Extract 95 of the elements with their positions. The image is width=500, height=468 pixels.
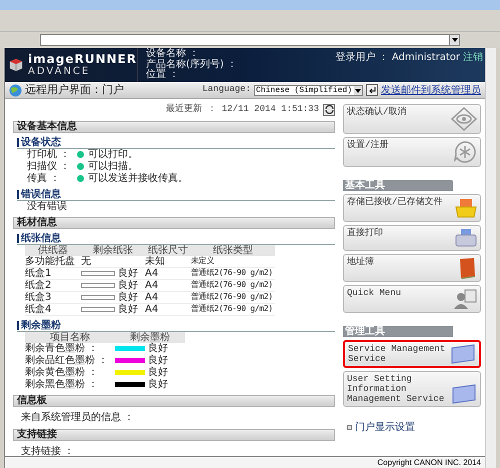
subsection-title: 剩余墨粉 (21, 320, 61, 330)
language-select[interactable]: Chinese (Simplified) (254, 84, 363, 96)
table-cell-text: A4 (145, 290, 160, 304)
table-cell-text: A4 (145, 302, 160, 316)
table-cell-text: 良好 (118, 290, 138, 304)
table-cell-text: 良好 (118, 302, 138, 316)
table-cell-text: 纸盒2 (25, 278, 52, 292)
device-field-label: 设备名称 ： (146, 49, 200, 59)
address-field[interactable] (40, 34, 460, 46)
table-cell-text: 未知 (145, 254, 165, 268)
cube-logo-icon (9, 57, 24, 73)
table-cell-text: 无 (81, 254, 91, 268)
column-header: 项目名称 (49, 332, 91, 342)
mail-admin-link[interactable]: 发送邮件到系统管理员 (381, 82, 481, 98)
device-field-label: 产品名称(序列号) ： (146, 60, 237, 70)
subsection-title: 错误信息 (21, 188, 61, 200)
tool-button[interactable]: User Setting Information Management Service (343, 371, 481, 407)
section-header: 支持链接 (13, 428, 335, 440)
language-label: Language: (202, 83, 251, 96)
subsection-title: 纸张信息 (21, 232, 61, 244)
group-title: 基本工具 (343, 180, 453, 191)
brand-subtitle: ADVANCE (28, 66, 92, 77)
paper-level-bar (81, 294, 115, 300)
status-text: 可以发送并接收传真。 (88, 172, 188, 186)
tool-button[interactable]: 地址簿 (343, 254, 481, 282)
paper-level-bar (81, 282, 115, 288)
column-header: 纸张尺寸 (147, 244, 189, 256)
dropdown-arrow-icon[interactable] (354, 86, 362, 94)
message-text: 来自系统管理员的信息 ： (20, 410, 134, 424)
column-header: 剩余纸张 (92, 244, 134, 256)
book-icon (457, 257, 477, 279)
login-user: 登录用户 ： Administrator (335, 52, 460, 63)
apply-button[interactable] (366, 84, 378, 96)
table-cell-text: 良好 (148, 366, 168, 378)
globe-icon (9, 84, 22, 96)
table-cell-text: 多功能托盘 (25, 254, 76, 268)
portal-settings-link[interactable]: 门户显示设置 (355, 420, 415, 435)
table-cell-text: 普通纸2(76-90 g/m2) (191, 267, 274, 279)
section-header: 信息板 (13, 394, 335, 406)
table-cell-text: 良好 (118, 278, 138, 292)
tool-button[interactable]: Quick Menu (343, 285, 481, 313)
window-icon (450, 344, 476, 364)
device-label: 传真 ： (27, 172, 62, 186)
table-cell-text: 良好 (148, 342, 168, 354)
table-cell-text: 剩余品红色墨粉 ： (25, 354, 110, 366)
table-cell-text: 剩余黄色墨粉 ： (25, 366, 100, 379)
last-update: 最近更新 ： 12/11 2014 1:51:33 (166, 103, 319, 116)
table-cell-text: 良好 (148, 354, 168, 366)
table-cell-text: A4 (145, 266, 160, 280)
table-cell-text: 良好 (148, 378, 168, 392)
support-text: 支持链接 ： (20, 444, 74, 458)
copyright-text: Copyright CANON INC. 2014 (377, 456, 481, 468)
paper-level-bar (81, 270, 115, 276)
brand-name: imageRUNNER (28, 53, 137, 66)
scrollbar[interactable] (485, 48, 496, 468)
table-cell-text: 未定义 (191, 255, 216, 267)
table-cell-text: 剩余青色墨粉 ： (25, 342, 100, 355)
error-text: 没有错误 (26, 200, 67, 212)
plus-icon (347, 425, 352, 430)
table-cell-text: A4 (145, 278, 160, 292)
status-text: 可以打印。 (88, 148, 138, 160)
column-header: 供纸器 (38, 244, 68, 256)
tool-button[interactable]: 设置/注册 (343, 137, 481, 167)
device-field-label: 位置 ： (146, 70, 180, 80)
device-label: 扫描仪 ： (27, 160, 72, 172)
status-text: 可以扫描。 (88, 160, 138, 172)
table-cell-text: 剩余黑色墨粉 ： (25, 378, 100, 392)
window-icon (451, 384, 477, 404)
person-icon (453, 288, 477, 310)
refresh-button[interactable] (323, 104, 335, 116)
table-cell-text: 良好 (118, 266, 138, 280)
portal-title: 远程用户界面：门户 (25, 82, 124, 98)
table-cell-text: 普通纸2(76-90 g/m2) (191, 303, 274, 315)
table-cell-text: 纸盒1 (25, 266, 52, 280)
table-cell-text: 纸盒3 (25, 290, 52, 304)
subsection-title: 设备状态 (21, 136, 61, 148)
dropdown-arrow-icon[interactable] (449, 35, 459, 45)
section-header: 耗材信息 (13, 216, 335, 228)
tool-button[interactable]: 直接打印 (343, 225, 481, 251)
table-cell-text: 纸盒4 (25, 302, 52, 316)
group-title: 管理工具 (343, 326, 453, 337)
device-label: 打印机 ： (27, 148, 72, 160)
tool-button[interactable]: 状态确认/取消 (343, 104, 481, 134)
tool-button[interactable]: Service Management Service (343, 340, 481, 368)
printer-icon (455, 228, 477, 248)
section-header: 设备基本信息 (13, 120, 335, 132)
table-cell-text: 普通纸2(76-90 g/m2) (191, 279, 274, 291)
column-header: 剩余墨粉 (129, 332, 171, 342)
tool-button[interactable]: 存储已接收/已存储文件 (343, 194, 481, 222)
eye-icon (451, 107, 477, 131)
paper-level-bar (81, 306, 115, 312)
storage-box-icon (455, 197, 477, 219)
column-header: 纸张类型 (212, 244, 254, 256)
logout-link[interactable]: 注销 (463, 52, 483, 63)
table-cell-text: 普通纸2(76-90 g/m2) (191, 291, 274, 303)
